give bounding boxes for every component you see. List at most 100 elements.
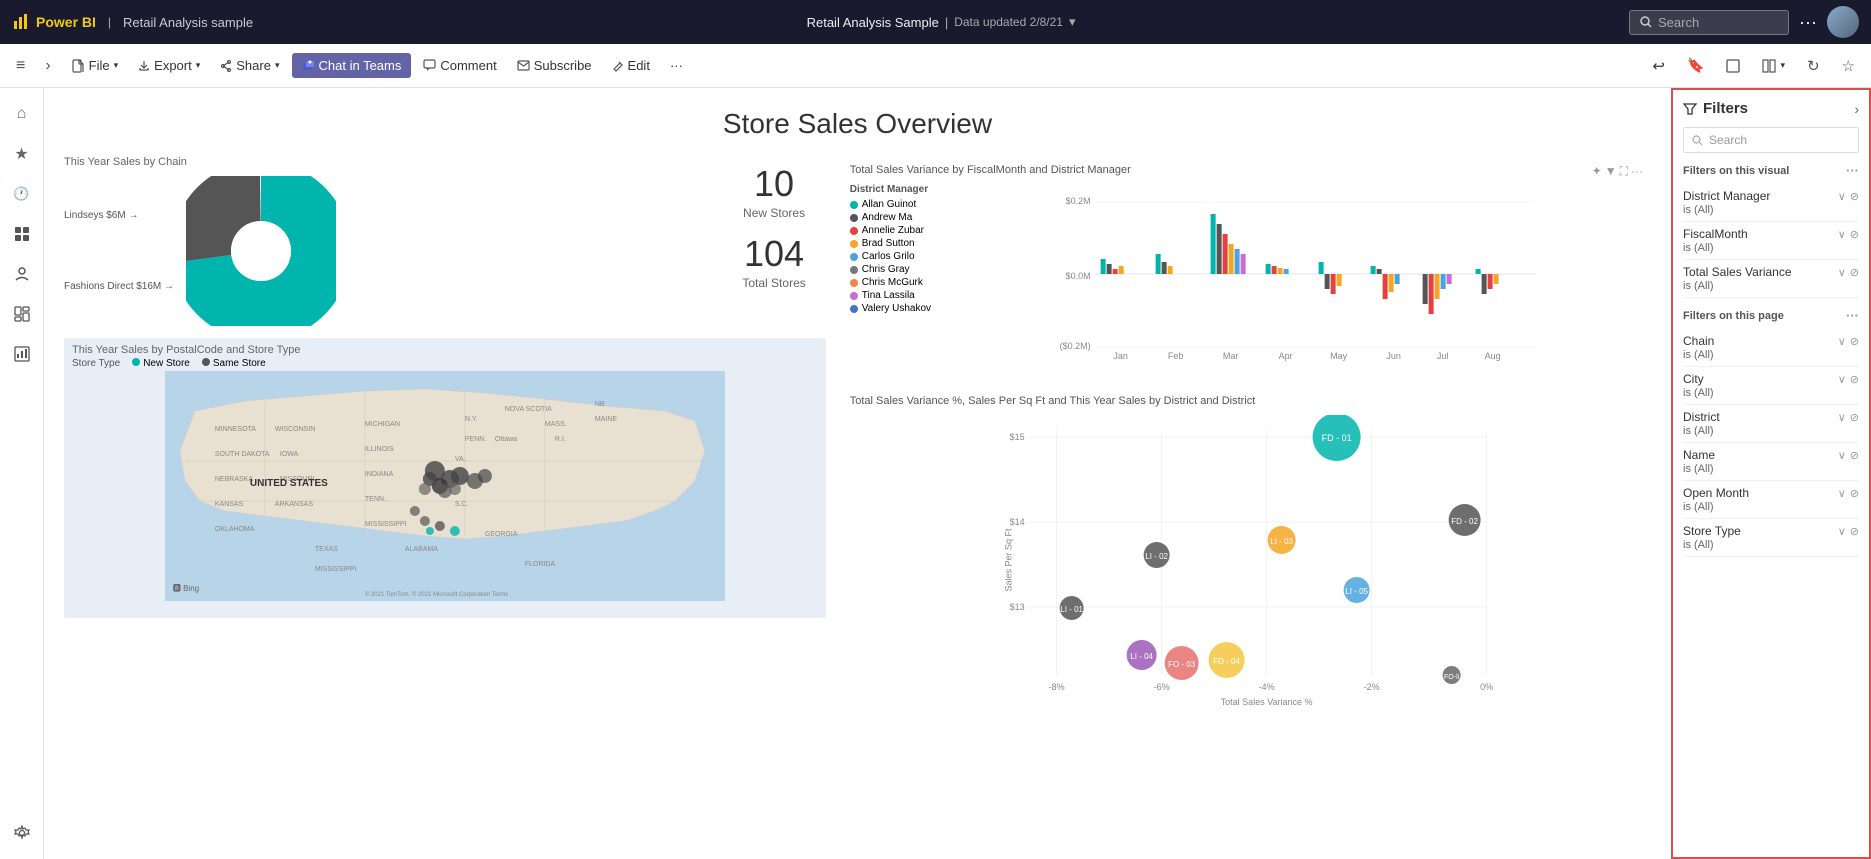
file-button[interactable]: File ▾ <box>63 53 126 78</box>
total-sales-variance-expand[interactable]: ∨ <box>1838 266 1846 279</box>
filter-search-box[interactable]: Search <box>1683 127 1859 153</box>
svg-text:Aug: Aug <box>1484 351 1500 361</box>
district-clear[interactable]: ⊘ <box>1850 411 1859 424</box>
filters-page-more[interactable]: ··· <box>1846 308 1859 323</box>
map-svg: MINNESOTA SOUTH DAKOTA NEBRASKA KANSAS O… <box>64 371 826 601</box>
personalize-visual-icon[interactable]: ✦ <box>1592 164 1602 179</box>
fiscal-month-expand[interactable]: ∨ <box>1838 228 1846 241</box>
chevron-button[interactable]: › <box>37 52 58 80</box>
svg-text:WISCONSIN: WISCONSIN <box>275 426 315 433</box>
pie-chart-visual[interactable]: This Year Sales by Chain Lindseys $6M → … <box>64 156 710 326</box>
legend-item: Chris McGurk <box>850 277 950 288</box>
comment-button[interactable]: Comment <box>415 53 504 78</box>
svg-text:TEXAS: TEXAS <box>315 546 338 553</box>
filter-fiscal-month[interactable]: FiscalMonth ∨ ⊘ is (All) <box>1683 222 1859 260</box>
filter-district[interactable]: District ∨ ⊘ is (All) <box>1683 405 1859 443</box>
filter-visual-icon[interactable]: ▼ <box>1605 164 1617 179</box>
filters-close-button[interactable]: › <box>1854 101 1859 117</box>
svg-text:Total Sales Variance %: Total Sales Variance % <box>1220 697 1312 705</box>
search-box[interactable]: Search <box>1629 10 1789 35</box>
svg-text:UNITED STATES: UNITED STATES <box>250 478 328 489</box>
menu-toggle-button[interactable]: ≡ <box>8 52 33 80</box>
refresh-button[interactable]: ↻ <box>1799 52 1828 80</box>
total-stores-kpi: 104 Total Stores <box>742 236 805 290</box>
svg-text:$0.2M: $0.2M <box>1065 196 1090 206</box>
filters-on-page-section: Filters on this page ··· <box>1683 308 1859 323</box>
filter-store-type[interactable]: Store Type ∨ ⊘ is (All) <box>1683 519 1859 557</box>
sidebar-item-apps[interactable] <box>4 216 40 252</box>
open-month-clear[interactable]: ⊘ <box>1850 487 1859 500</box>
svg-text:🅱 Bing: 🅱 Bing <box>173 584 199 593</box>
city-clear[interactable]: ⊘ <box>1850 373 1859 386</box>
view-toggle-button[interactable]: ▾ <box>1754 54 1793 78</box>
svg-text:R.I.: R.I. <box>555 436 566 443</box>
total-sales-variance-clear[interactable]: ⊘ <box>1850 266 1859 279</box>
sidebar-item-workspaces[interactable] <box>4 296 40 332</box>
svg-text:LI - 02: LI - 02 <box>1145 552 1168 561</box>
edit-button[interactable]: Edit <box>604 53 658 78</box>
more-visual-icon[interactable]: ··· <box>1631 164 1643 179</box>
chat-in-teams-button[interactable]: Chat in Teams <box>292 53 412 78</box>
fullscreen-button[interactable] <box>1718 54 1748 78</box>
svg-text:FO - 03: FO - 03 <box>1168 660 1196 669</box>
focus-mode-icon[interactable]: ⛶ <box>1620 164 1628 179</box>
sidebar-item-settings[interactable] <box>4 815 40 851</box>
bookmark-button[interactable]: 🔖 <box>1679 52 1712 79</box>
svg-text:© 2021 TomTom, © 2021 Microsof: © 2021 TomTom, © 2021 Microsoft Corporat… <box>365 591 508 598</box>
sidebar-item-shared[interactable] <box>4 256 40 292</box>
sidebar-item-favorites[interactable]: ★ <box>4 136 40 172</box>
fiscal-month-clear[interactable]: ⊘ <box>1850 228 1859 241</box>
store-type-expand[interactable]: ∨ <box>1838 525 1846 538</box>
filter-city[interactable]: City ∨ ⊘ is (All) <box>1683 367 1859 405</box>
more-options-secondbar-button[interactable]: ··· <box>662 53 691 78</box>
scatter-chart-visual[interactable]: Total Sales Variance %, Sales Per Sq Ft … <box>842 387 1651 832</box>
undo-button[interactable]: ↩ <box>1644 52 1673 80</box>
sidebar-item-recent[interactable]: 🕐 <box>4 176 40 212</box>
filter-total-sales-variance[interactable]: Total Sales Variance ∨ ⊘ is (All) <box>1683 260 1859 298</box>
subscribe-button[interactable]: Subscribe <box>509 53 600 78</box>
district-manager-expand[interactable]: ∨ <box>1838 190 1846 203</box>
more-options-button[interactable]: ··· <box>1799 12 1817 33</box>
district-manager-clear[interactable]: ⊘ <box>1850 190 1859 203</box>
data-updated-dropdown[interactable]: ▾ <box>1069 14 1076 30</box>
filter-name[interactable]: Name ∨ ⊘ is (All) <box>1683 443 1859 481</box>
svg-text:OKLAHOMA: OKLAHOMA <box>215 526 255 533</box>
name-expand[interactable]: ∨ <box>1838 449 1846 462</box>
filter-district-manager[interactable]: District Manager ∨ ⊘ is (All) <box>1683 184 1859 222</box>
sidebar-item-metrics[interactable] <box>4 336 40 372</box>
bar-chart-title: Total Sales Variance by FiscalMonth and … <box>850 164 1131 176</box>
filter-chain[interactable]: Chain ∨ ⊘ is (All) <box>1683 329 1859 367</box>
filter-open-month[interactable]: Open Month ∨ ⊘ is (All) <box>1683 481 1859 519</box>
svg-text:ALABAMA: ALABAMA <box>405 546 438 553</box>
svg-text:LI - 05: LI - 05 <box>1345 587 1368 596</box>
svg-text:Apr: Apr <box>1278 351 1292 361</box>
svg-text:FO-li: FO-li <box>1444 674 1460 681</box>
kpi-visual[interactable]: 10 New Stores 104 Total Stores <box>722 156 825 300</box>
name-clear[interactable]: ⊘ <box>1850 449 1859 462</box>
svg-text:KANSAS: KANSAS <box>215 501 244 508</box>
user-avatar[interactable] <box>1827 6 1859 38</box>
sidebar-item-home[interactable]: ⌂ <box>4 96 40 132</box>
chain-clear[interactable]: ⊘ <box>1850 335 1859 348</box>
favorite-button[interactable]: ☆ <box>1834 52 1863 80</box>
export-button[interactable]: Export ▾ <box>130 53 208 78</box>
svg-text:LI - 04: LI - 04 <box>1130 652 1153 661</box>
svg-text:LI - 01: LI - 01 <box>1060 605 1083 614</box>
city-expand[interactable]: ∨ <box>1838 373 1846 386</box>
share-button[interactable]: Share ▾ <box>212 53 287 78</box>
open-month-expand[interactable]: ∨ <box>1838 487 1846 500</box>
filters-title-row: Filters <box>1683 100 1748 117</box>
svg-text:Sales Per Sq Ft: Sales Per Sq Ft <box>1003 528 1013 592</box>
map-visual[interactable]: This Year Sales by PostalCode and Store … <box>64 338 826 618</box>
file-icon <box>71 59 85 73</box>
legend-item: Chris Gray <box>850 264 950 275</box>
district-expand[interactable]: ∨ <box>1838 411 1846 424</box>
bar-chart-visual[interactable]: Total Sales Variance by FiscalMonth and … <box>842 156 1651 375</box>
report-canvas: Store Sales Overview This Year Sales by … <box>44 88 1671 859</box>
chain-expand[interactable]: ∨ <box>1838 335 1846 348</box>
svg-text:$14: $14 <box>1009 517 1024 527</box>
power-bi-logo[interactable]: Power BI <box>12 13 96 31</box>
svg-text:MINNESOTA: MINNESOTA <box>215 426 256 433</box>
filters-visual-more[interactable]: ··· <box>1846 163 1859 178</box>
store-type-clear[interactable]: ⊘ <box>1850 525 1859 538</box>
